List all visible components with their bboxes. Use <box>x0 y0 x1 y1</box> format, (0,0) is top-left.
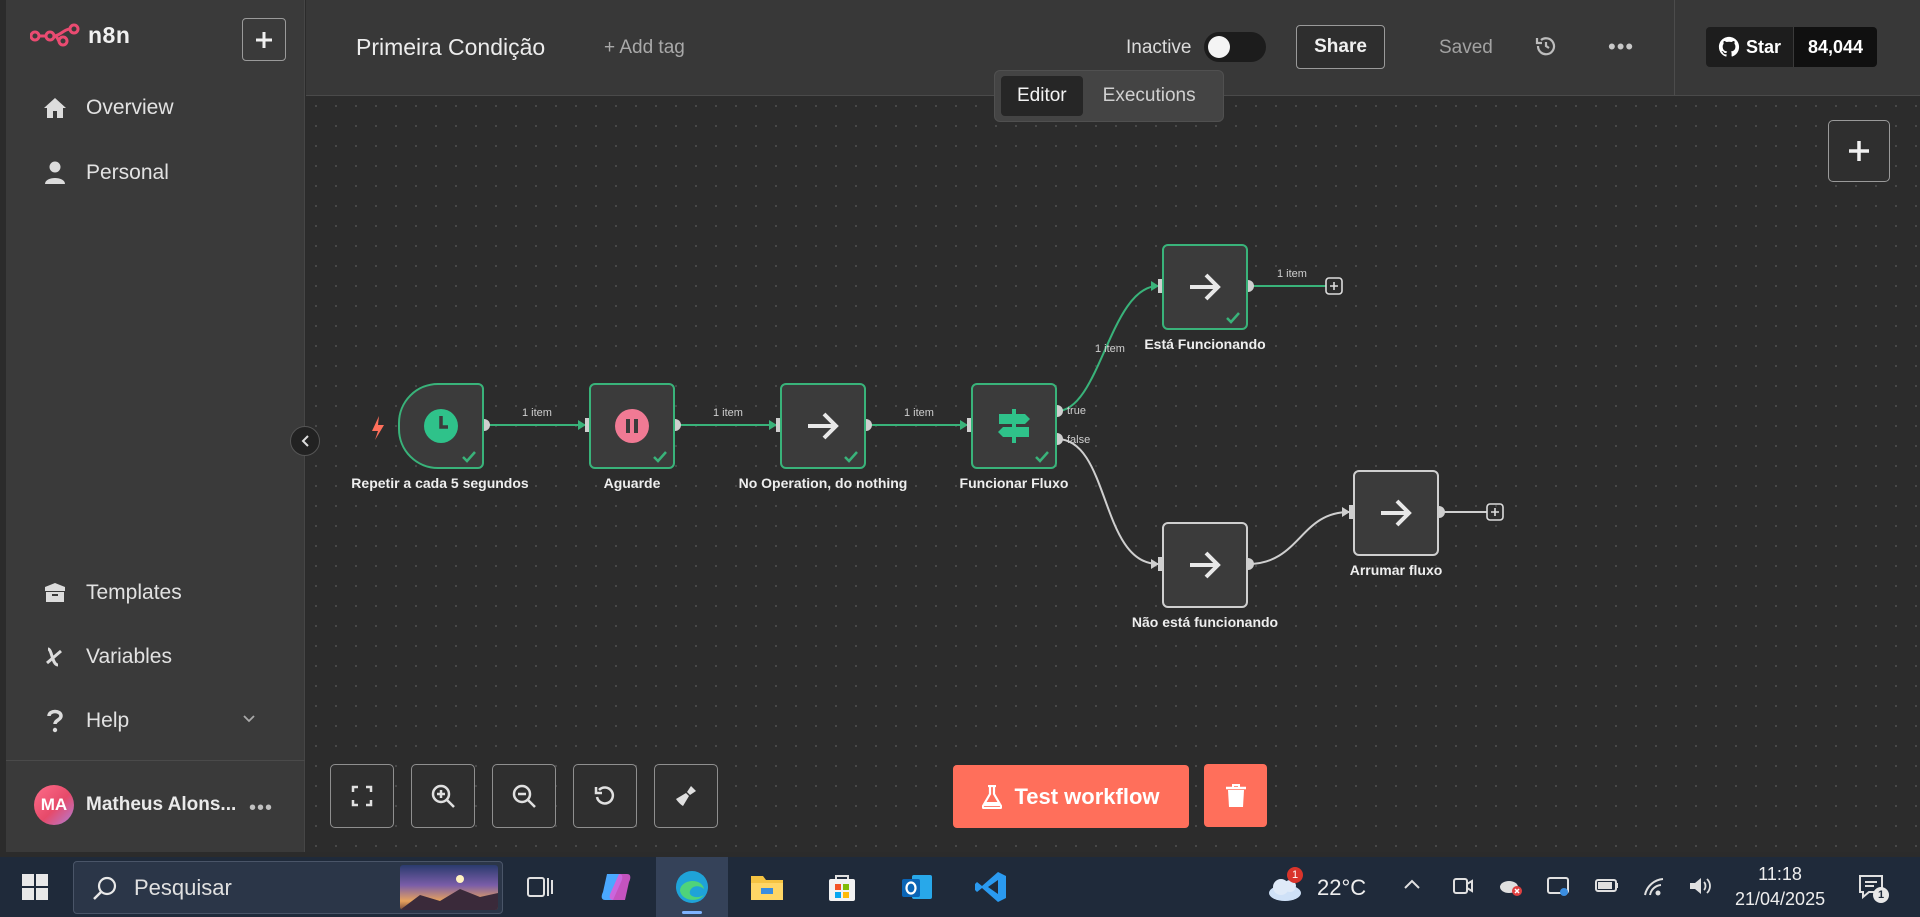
copilot-icon[interactable] <box>596 867 636 907</box>
node-label: Está Funcionando <box>1144 336 1266 352</box>
success-check-icon <box>1035 451 1049 463</box>
success-check-icon <box>844 451 858 463</box>
windows-taskbar: Pesquisar 1 22°C 11:18 21/04/2025 1 <box>0 857 1920 917</box>
edge-label: 1 item <box>522 407 552 419</box>
workflow-connections <box>372 277 1504 571</box>
fullscreen-icon <box>351 785 373 807</box>
arrowhead <box>960 420 968 430</box>
node-label: Arrumar fluxo <box>1349 562 1443 578</box>
edge-label: 1 item <box>1277 268 1307 280</box>
success-check-icon <box>462 451 476 463</box>
weather-badge: 1 <box>1287 867 1303 883</box>
arrow-right-icon <box>1190 273 1221 301</box>
cast-icon[interactable] <box>1546 875 1570 897</box>
chevron-left-icon <box>301 435 309 447</box>
weather-cloud-icon: 1 <box>1267 867 1303 903</box>
tab-executions[interactable]: Executions <box>1087 76 1212 116</box>
outlook-icon[interactable] <box>897 867 937 907</box>
trigger-bolt-icon <box>372 416 384 440</box>
windows-start-icon[interactable] <box>22 874 48 900</box>
notification-center[interactable]: 1 <box>1857 873 1889 903</box>
search-icon <box>93 876 117 900</box>
node-label: Não está funcionando <box>1131 614 1279 630</box>
wifi-icon[interactable] <box>1642 875 1666 897</box>
vscode-icon[interactable] <box>971 867 1011 907</box>
plus-icon <box>1849 141 1869 161</box>
battery-icon[interactable] <box>1594 875 1620 895</box>
clock-icon <box>424 409 458 443</box>
workflow-node-notok[interactable] <box>1162 522 1248 608</box>
reset-zoom-button[interactable] <box>573 764 637 828</box>
chevron-up-icon[interactable] <box>1402 875 1422 895</box>
arrow-right-icon <box>1381 499 1412 527</box>
view-tabs: Editor Executions <box>994 70 1224 122</box>
workflow-node-wait[interactable] <box>589 383 675 469</box>
connection-if-false <box>1056 438 1159 565</box>
weather-widget[interactable]: 1 22°C <box>1267 867 1367 903</box>
workflow-node-noop[interactable] <box>780 383 866 469</box>
zoom-out-icon <box>512 784 536 808</box>
zoom-out-button[interactable] <box>492 764 556 828</box>
workflow-node-schedule[interactable] <box>398 383 484 469</box>
workflow-node-if[interactable] <box>971 383 1057 469</box>
zoom-in-button[interactable] <box>411 764 475 828</box>
notification-count: 1 <box>1873 887 1889 903</box>
arrow-right-icon <box>808 412 839 440</box>
volume-icon[interactable] <box>1688 875 1712 897</box>
collapse-sidebar-button[interactable] <box>290 426 320 456</box>
search-placeholder: Pesquisar <box>134 874 232 900</box>
node-label: No Operation, do nothing <box>738 475 908 491</box>
tab-editor[interactable]: Editor <box>1001 76 1083 116</box>
clock-date: 21/04/2025 <box>1735 889 1826 909</box>
trash-icon <box>1225 783 1246 807</box>
pause-icon <box>615 409 649 443</box>
true-branch-label: true <box>1067 405 1086 417</box>
edge-label: 1 item <box>904 407 934 419</box>
arrowhead <box>1151 281 1159 291</box>
node-label: Aguarde <box>603 475 661 491</box>
clock-time: 11:18 <box>1758 864 1802 884</box>
node-label: Repetir a cada 5 segundos <box>351 475 529 491</box>
broom-icon <box>676 786 696 806</box>
undo-icon <box>594 786 615 805</box>
signpost-icon <box>998 409 1030 443</box>
clear-execution-button[interactable] <box>1204 764 1267 827</box>
edge-browser-icon[interactable] <box>672 867 712 907</box>
zoom-to-fit-button[interactable] <box>330 764 394 828</box>
taskbar-search[interactable]: Pesquisar <box>73 861 503 914</box>
meet-now-icon[interactable] <box>1452 875 1474 897</box>
success-check-icon <box>653 451 667 463</box>
node-label: Funcionar Fluxo <box>959 475 1069 491</box>
arrowhead <box>769 420 777 430</box>
taskbar-clock[interactable]: 11:18 21/04/2025 <box>1735 862 1825 912</box>
arrowhead <box>1151 559 1159 569</box>
connection-notok-fix <box>1247 511 1350 565</box>
edge-label: 1 item <box>713 407 743 419</box>
flask-icon <box>982 784 1003 809</box>
arrowhead <box>578 420 586 430</box>
test-workflow-button[interactable]: Test workflow <box>953 765 1189 828</box>
false-branch-label: false <box>1067 434 1091 446</box>
arrow-right-icon <box>1190 551 1221 579</box>
task-view-icon[interactable] <box>520 867 560 907</box>
workflow-node-ok[interactable] <box>1162 244 1248 330</box>
tidy-up-button[interactable] <box>654 764 718 828</box>
arrowhead <box>1342 507 1350 517</box>
search-highlight-image <box>400 865 498 910</box>
zoom-in-icon <box>431 784 455 808</box>
weather-temperature: 22°C <box>1317 875 1367 900</box>
test-workflow-label: Test workflow <box>1014 783 1160 809</box>
workflow-node-fix[interactable] <box>1353 470 1439 556</box>
microsoft-store-icon[interactable] <box>822 867 862 907</box>
success-check-icon <box>1226 312 1240 324</box>
onedrive-error-icon[interactable] <box>1498 875 1524 897</box>
open-nodes-panel-button[interactable] <box>1828 120 1890 182</box>
file-explorer-icon[interactable] <box>747 867 787 907</box>
